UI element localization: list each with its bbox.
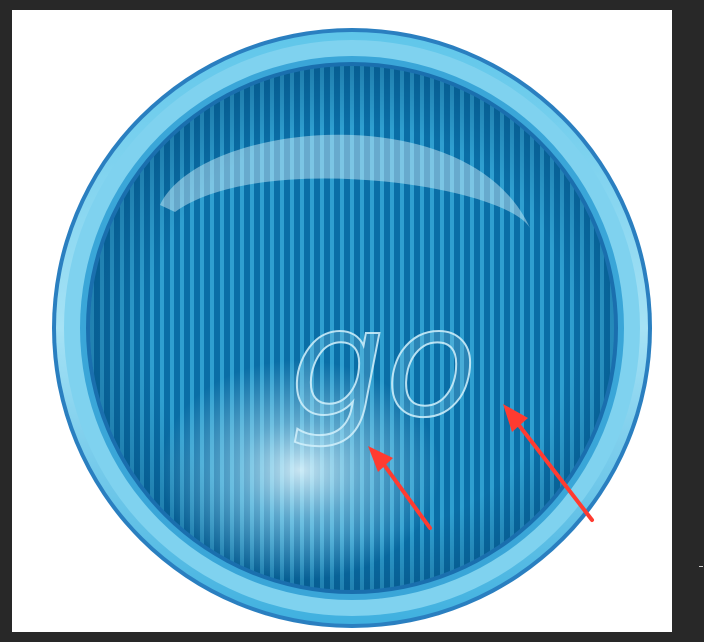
button-go-label: go xyxy=(290,277,477,451)
button-artwork: go xyxy=(52,28,652,628)
